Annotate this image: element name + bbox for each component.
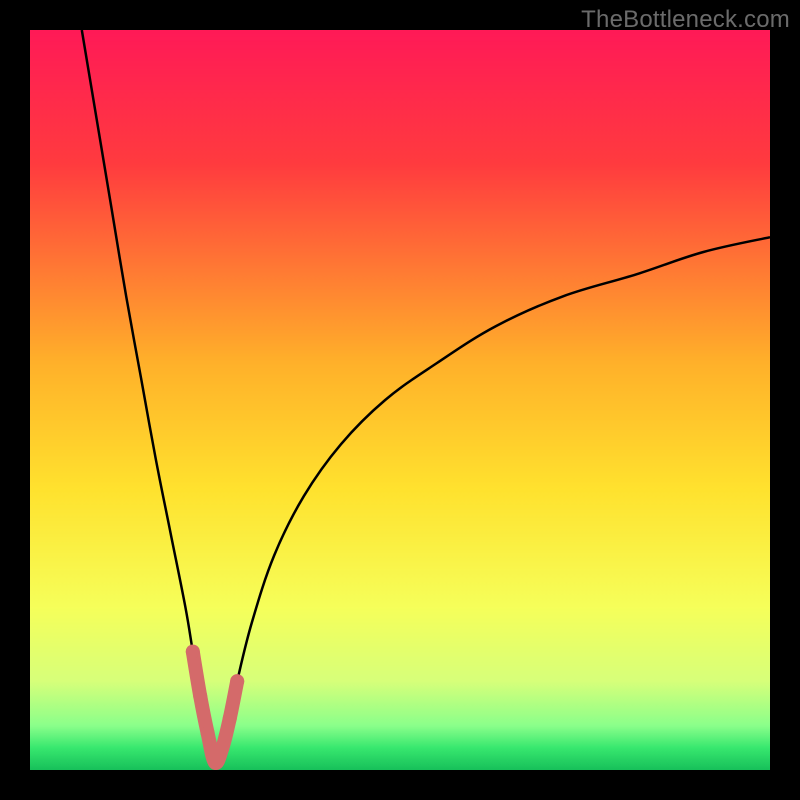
highlight-dot (215, 741, 229, 755)
highlight-dot (186, 645, 200, 659)
highlight-dot (208, 756, 222, 770)
chart-frame: TheBottleneck.com (0, 0, 800, 800)
watermark-text: TheBottleneck.com (581, 6, 790, 34)
highlight-dot (193, 689, 207, 703)
highlight-dot (201, 726, 215, 740)
curve-layer (30, 30, 770, 770)
highlight-dot (230, 674, 244, 688)
bottleneck-curve (82, 30, 770, 763)
highlight-dot (223, 711, 237, 725)
optimal-region-highlight (193, 652, 237, 763)
plot-area (30, 30, 770, 770)
